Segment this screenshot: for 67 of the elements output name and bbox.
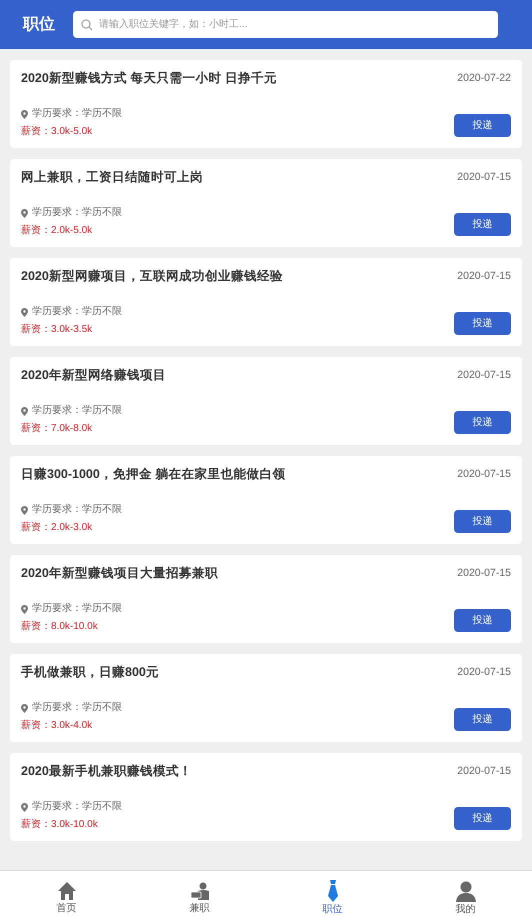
salary-range: 薪资：3.0k-4.0k	[21, 719, 94, 733]
education-requirement: 学历要求：学历不限	[32, 800, 122, 814]
apply-button[interactable]: 投递	[454, 708, 511, 731]
job-date: 2020-07-15	[457, 368, 511, 383]
job-title: 2020新型网赚项目，互联网成功创业赚钱经验	[21, 268, 283, 285]
job-card[interactable]: 2020年新型网络赚钱项目 2020-07-15 学历要求：学历不限 薪资：7.0k-8.0k 投递	[10, 357, 522, 445]
location-pin-icon	[21, 506, 28, 514]
apply-button[interactable]: 投递	[454, 510, 511, 533]
education-requirement: 学历要求：学历不限	[32, 107, 122, 121]
job-card[interactable]: 2020最新手机兼职赚钱模式！ 2020-07-15 学历要求：学历不限 薪资：3.0k-10.0k 投递	[10, 753, 522, 841]
education-requirement: 学历要求：学历不限	[32, 602, 122, 616]
job-title: 2020最新手机兼职赚钱模式！	[21, 763, 192, 780]
tab-item[interactable]: 首页	[0, 871, 133, 924]
location-pin-icon	[21, 604, 28, 614]
location-pin-icon	[21, 406, 28, 416]
salary-range: 薪资：2.0k-5.0k	[21, 224, 94, 238]
education-requirement: 学历要求：学历不限	[32, 206, 122, 220]
user-icon	[454, 880, 476, 902]
house-icon	[56, 880, 76, 900]
education-requirement: 学历要求：学历不限	[32, 503, 122, 517]
salary-range: 薪资：7.0k-8.0k	[21, 422, 94, 436]
job-card[interactable]: 2020新型赚钱方式 每天只需一小时 日挣千元 2020-07-22 学历要求：学历不限 薪资：3.0k-5.0k 投递	[10, 60, 522, 148]
salary-range: 薪资：3.0k-3.5k	[21, 323, 94, 337]
job-card[interactable]: 2020新型网赚项目，互联网成功创业赚钱经验 2020-07-15 学历要求：学历不限 薪资：3.0k-3.5k 投递	[10, 258, 522, 346]
salary-range: 薪资：3.0k-10.0k	[21, 818, 99, 832]
tie-icon	[326, 880, 340, 902]
location-pin-icon	[21, 208, 28, 218]
job-card[interactable]: 网上兼职，工资日结随时可上岗 2020-07-15 学历要求：学历不限 薪资：2.0k-5.0k 投递	[10, 159, 522, 247]
education-requirement: 学历要求：学历不限	[32, 404, 122, 418]
salary-range: 薪资：8.0k-10.0k	[21, 620, 99, 634]
job-card[interactable]: 2020年新型赚钱项目大量招募兼职 2020-07-15 学历要求：学历不限 薪资：8.0k-10.0k 投递	[10, 555, 522, 643]
job-title: 网上兼职，工资日结随时可上岗	[21, 169, 203, 186]
apply-button[interactable]: 投递	[454, 807, 511, 830]
location-pin-icon	[21, 802, 28, 812]
apply-button[interactable]: 投递	[454, 609, 511, 632]
job-card[interactable]: 手机做兼职，日赚800元 2020-07-15 学历要求：学历不限 薪资：3.0k-4.0k 投递	[10, 654, 522, 742]
apply-button[interactable]: 投递	[454, 114, 511, 137]
salary-range: 薪资：3.0k-5.0k	[21, 125, 94, 139]
job-title: 2020年新型网络赚钱项目	[21, 367, 166, 384]
job-date: 2020-07-15	[457, 467, 511, 482]
apply-button[interactable]: 投递	[454, 213, 511, 236]
location-pin-icon	[21, 308, 28, 316]
person-icon	[190, 880, 210, 900]
job-title: 2020新型赚钱方式 每天只需一小时 日挣千元	[21, 70, 277, 87]
job-date: 2020-07-22	[457, 71, 511, 86]
job-title: 2020年新型赚钱项目大量招募兼职	[21, 565, 218, 582]
job-date: 2020-07-15	[457, 170, 511, 185]
tab-item[interactable]: 职位	[266, 871, 399, 924]
location-pin-icon	[21, 704, 28, 712]
search-field[interactable]: 请输入职位关键字，如：小时工...	[73, 11, 498, 38]
job-date: 2020-07-15	[457, 566, 511, 581]
tab-item[interactable]: 我的	[399, 871, 532, 924]
job-date: 2020-07-15	[457, 764, 511, 779]
education-requirement: 学历要求：学历不限	[32, 701, 122, 715]
page-title: 职位	[23, 14, 55, 34]
job-card[interactable]: 日赚300-1000，免押金 躺在在家里也能做白领 2020-07-15 学历要求：学历不限 薪资：2.0k-3.0k 投递	[10, 456, 522, 544]
job-title: 手机做兼职，日赚800元	[21, 664, 159, 681]
apply-button[interactable]: 投递	[454, 411, 511, 434]
apply-button[interactable]: 投递	[454, 312, 511, 335]
tab-item[interactable]: 兼职	[133, 871, 266, 924]
education-requirement: 学历要求：学历不限	[32, 305, 122, 319]
job-date: 2020-07-15	[457, 665, 511, 680]
job-date: 2020-07-15	[457, 269, 511, 284]
job-title: 日赚300-1000，免押金 躺在在家里也能做白领	[21, 466, 286, 483]
salary-range: 薪资：2.0k-3.0k	[21, 521, 94, 535]
search-icon	[81, 18, 93, 30]
location-pin-icon	[21, 110, 28, 118]
